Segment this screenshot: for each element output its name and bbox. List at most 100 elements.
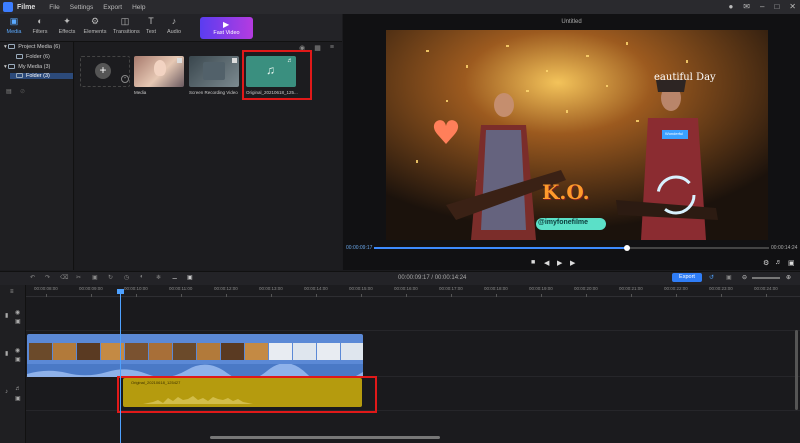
media-thumb-2[interactable] bbox=[189, 56, 239, 87]
tab-transitions[interactable]: ◫ Transitions bbox=[113, 16, 140, 35]
tab-text[interactable]: T Text bbox=[139, 16, 163, 35]
clip-frame bbox=[53, 343, 76, 360]
lock-icon[interactable]: ▣ bbox=[15, 395, 21, 402]
screen-preview bbox=[203, 62, 225, 80]
project-title: Untitled bbox=[561, 19, 582, 25]
tab-filters[interactable]: ◐ Filters bbox=[28, 16, 52, 35]
ruler-tick-mark bbox=[451, 294, 452, 297]
title-bar: Filme File Settings Export Help ● ✉ – □ … bbox=[0, 0, 800, 14]
folder-icon bbox=[8, 44, 16, 50]
user-icon[interactable]: ● bbox=[728, 2, 733, 11]
expand-arrow-icon: ▾ bbox=[4, 64, 7, 70]
seek-handle[interactable] bbox=[623, 245, 630, 251]
play-icon[interactable]: ▶ bbox=[557, 259, 562, 267]
seek-progress bbox=[374, 247, 627, 249]
undo-icon[interactable]: ↶ bbox=[30, 274, 35, 281]
ruler-tick-mark bbox=[631, 294, 632, 297]
microphone-icon[interactable]: ⚊ bbox=[172, 274, 177, 281]
zoom-slider[interactable] bbox=[752, 277, 780, 279]
clip-frame bbox=[149, 343, 172, 360]
video-clip[interactable] bbox=[27, 334, 363, 378]
snap-icon[interactable]: ↺ bbox=[709, 274, 714, 281]
track-empty[interactable] bbox=[26, 298, 800, 331]
settings-icon[interactable]: ⚙ bbox=[763, 259, 769, 267]
rotate-icon[interactable]: ↻ bbox=[108, 274, 113, 281]
volume-icon[interactable]: ♬ bbox=[775, 259, 782, 266]
split-icon[interactable]: ✂ bbox=[76, 274, 81, 281]
next-frame-icon[interactable]: ▶ bbox=[570, 259, 575, 267]
close-icon[interactable]: ✕ bbox=[789, 2, 796, 11]
remove-icon[interactable]: - bbox=[121, 75, 129, 83]
ruler-tick-mark bbox=[406, 294, 407, 297]
clip-frame bbox=[341, 343, 363, 360]
menu-bar: File Settings Export Help bbox=[49, 4, 145, 11]
stop-icon[interactable]: ■ bbox=[531, 259, 535, 266]
zoom-in-icon[interactable]: ⊕ bbox=[786, 274, 791, 281]
tab-effects[interactable]: ✦ Effects bbox=[55, 16, 79, 35]
fullscreen-icon[interactable]: ▣ bbox=[788, 259, 795, 267]
tree-project-media[interactable]: ▾ Project Media (6) bbox=[4, 44, 60, 50]
menu-export[interactable]: Export bbox=[103, 4, 122, 11]
prev-frame-icon[interactable]: ◀ bbox=[544, 259, 549, 267]
mail-icon[interactable]: ✉ bbox=[743, 2, 750, 11]
ruler-tick-label: 00:00:11:00 bbox=[169, 286, 193, 291]
minimize-icon[interactable]: – bbox=[760, 2, 764, 11]
speed-icon[interactable]: ◷ bbox=[124, 274, 129, 281]
window-controls: ● ✉ – □ ✕ bbox=[728, 2, 796, 11]
folder-icon bbox=[16, 73, 23, 79]
ruler-tick-label: 00:00:18:00 bbox=[484, 286, 508, 291]
tree-my-folder[interactable]: Folder (3) bbox=[10, 73, 73, 79]
horizontal-scrollbar[interactable] bbox=[210, 436, 440, 439]
app-logo-icon bbox=[3, 2, 13, 12]
vertical-scrollbar[interactable] bbox=[795, 330, 798, 410]
tree-my-media[interactable]: ▾ My Media (3) bbox=[4, 64, 50, 70]
menu-help[interactable]: Help bbox=[132, 4, 145, 11]
ruler-tick-mark bbox=[496, 294, 497, 297]
playhead-handle[interactable] bbox=[117, 289, 124, 294]
add-media-button[interactable]: + - bbox=[80, 56, 130, 87]
tab-audio[interactable]: ♪ Audio bbox=[162, 16, 186, 35]
menu-settings[interactable]: Settings bbox=[70, 4, 94, 11]
overlay-text-handle: @imyfonefilme bbox=[538, 219, 589, 226]
video-preview[interactable]: eautiful Day K.O. @imyfonefilme Wonderfu… bbox=[386, 30, 768, 240]
freeze-icon[interactable]: ❄ bbox=[156, 274, 161, 281]
ruler-tick-mark bbox=[766, 294, 767, 297]
tab-elements[interactable]: ⚙ Elements bbox=[83, 16, 107, 35]
delete-icon[interactable]: ⊘ bbox=[20, 88, 25, 95]
elements-icon: ⚙ bbox=[90, 16, 100, 26]
timeline-time-display: 00:00:09:17 / 00:00:14:24 bbox=[398, 275, 467, 281]
playhead-line[interactable] bbox=[120, 289, 121, 443]
export-button[interactable]: Export bbox=[672, 273, 702, 282]
maximize-icon[interactable]: □ bbox=[774, 2, 779, 11]
camera-icon[interactable]: ▣ bbox=[187, 274, 193, 281]
clip-frame bbox=[77, 343, 100, 360]
audio-track-icon: ♪ bbox=[5, 389, 8, 395]
sort-icon[interactable]: ≡ bbox=[330, 44, 334, 52]
mute-icon[interactable]: ♬ bbox=[15, 386, 21, 392]
grid-view-icon[interactable]: ▦ bbox=[314, 44, 321, 52]
lock-icon[interactable]: ▣ bbox=[15, 356, 21, 363]
fast-video-button[interactable]: ▶ Fast Video bbox=[200, 17, 253, 39]
visibility-icon[interactable]: ◉ bbox=[15, 309, 20, 316]
menu-icon[interactable]: ≡ bbox=[10, 289, 14, 295]
redo-icon[interactable]: ↷ bbox=[45, 274, 50, 281]
tab-media[interactable]: ▣ Media bbox=[2, 16, 26, 35]
zoom-out-icon[interactable]: ⊖ bbox=[742, 274, 747, 281]
lock-icon[interactable]: ▣ bbox=[15, 318, 21, 325]
visibility-icon[interactable]: ◉ bbox=[15, 347, 20, 354]
media-thumb-1[interactable] bbox=[134, 56, 184, 87]
delete-clip-icon[interactable]: ⌫ bbox=[60, 274, 68, 281]
fit-icon[interactable]: ▣ bbox=[726, 274, 732, 281]
import-icon[interactable]: ▤ bbox=[6, 88, 12, 95]
seek-bar[interactable] bbox=[374, 245, 769, 251]
ruler-tick-label: 00:00:08:00 bbox=[34, 286, 58, 291]
main-toolbar: ▣ Media ◐ Filters ✦ Effects ⚙ Elements ◫… bbox=[0, 14, 342, 42]
total-time: 00:00:14:24 bbox=[771, 245, 798, 251]
menu-file[interactable]: File bbox=[49, 4, 59, 11]
color-icon[interactable]: ◐ bbox=[140, 274, 144, 280]
crop-icon[interactable]: ▣ bbox=[92, 274, 98, 281]
tree-project-folder[interactable]: Folder (6) bbox=[16, 54, 50, 60]
ruler-tick-mark bbox=[136, 294, 137, 297]
clip-frame bbox=[173, 343, 196, 360]
clip-frame bbox=[245, 343, 268, 360]
